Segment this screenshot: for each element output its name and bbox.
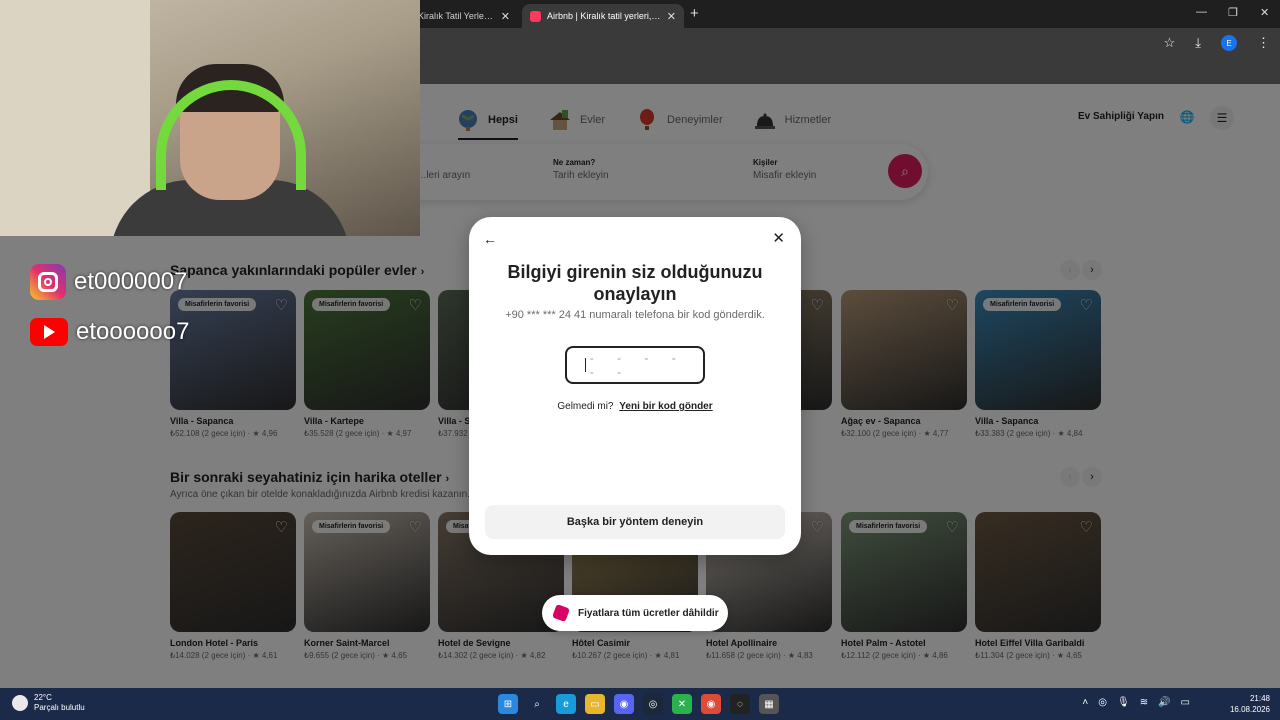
profile-avatar[interactable]: E (1221, 35, 1237, 51)
resend-prefix: Gelmedi mi? (557, 401, 614, 412)
clock[interactable]: 21:48 16.08.2026 (1230, 693, 1270, 715)
maximize-button[interactable]: ❐ (1228, 6, 1238, 19)
chrome-icon[interactable]: ◉ (701, 694, 721, 714)
edge-icon[interactable]: e (556, 694, 576, 714)
wifi-icon[interactable]: ≋ (1140, 697, 1148, 708)
webcam-feed (0, 0, 420, 236)
price-tag-icon (552, 604, 570, 622)
resend-row: Gelmedi mi? Yeni bir kod gönder (469, 401, 801, 412)
battery-icon[interactable]: ▭ (1181, 697, 1190, 708)
microphone-icon[interactable]: 🎙 (1117, 697, 1130, 708)
chevron-up-icon[interactable]: ˄ (1082, 697, 1088, 708)
tab-label: Kiralık Tatil Yerleri, Kulü (418, 11, 495, 21)
browser-tab-inactive[interactable]: Kiralık Tatil Yerleri, Kulü ✕ (410, 4, 518, 28)
close-icon[interactable]: ✕ (667, 10, 676, 23)
back-arrow-icon[interactable]: ← (483, 231, 497, 247)
system-tray: ˄ ◎ 🎙 ≋ 🔊 ▭ (1082, 697, 1190, 708)
star-icon[interactable]: ☆ (1164, 35, 1176, 51)
airbnb-favicon-icon (530, 10, 541, 22)
browser-tab-active[interactable]: Airbnb | Kiralık tatil yerleri, kulü ✕ (522, 4, 684, 28)
close-icon[interactable]: ✕ (772, 229, 785, 247)
search-icon[interactable]: ⌕ (527, 694, 547, 714)
date: 16.08.2026 (1229, 705, 1270, 714)
more-menu-icon[interactable]: ⋮ (1257, 35, 1270, 51)
speaker-icon[interactable]: 🔊 (1158, 697, 1170, 708)
close-icon[interactable]: ✕ (501, 10, 510, 23)
download-icon[interactable]: ⤓ (1195, 35, 1201, 51)
steam-icon[interactable]: ◎ (643, 694, 663, 714)
price-info-toast[interactable]: Fiyatlara tüm ücretler dâhildir (542, 595, 728, 631)
temperature: 22°C (34, 693, 52, 702)
instagram-icon (30, 264, 66, 300)
verification-code-input[interactable]: - - - - - - (565, 346, 705, 384)
discord-icon[interactable]: ◉ (614, 694, 634, 714)
resend-code-link[interactable]: Yeni bir kod gönder (619, 401, 712, 412)
try-another-method-button[interactable]: Başka bir yöntem deneyin (485, 505, 785, 539)
modal-title: Bilgiyi girenin siz olduğunuzu onaylayın (507, 262, 763, 304)
instagram-text: et0000007 (74, 268, 188, 295)
minimize-button[interactable]: — (1196, 6, 1207, 18)
new-tab-button[interactable]: + (690, 5, 699, 22)
calculator-icon[interactable]: ▦ (759, 694, 779, 714)
cloud-icon (12, 695, 28, 711)
verification-modal: ← ✕ Bilgiyi girenin siz olduğunuzu onayl… (469, 217, 801, 555)
instagram-handle: et0000007 (30, 264, 187, 300)
time: 21:48 (1249, 694, 1270, 703)
youtube-icon (30, 318, 68, 346)
youtube-text: etoooooo7 (76, 318, 190, 345)
tab-label: Airbnb | Kiralık tatil yerleri, kulü (547, 11, 661, 21)
windows-start-icon[interactable]: ⊞ (498, 694, 518, 714)
toast-text: Fiyatlara tüm ücretler dâhildir (578, 607, 719, 619)
steam-tray-icon[interactable]: ◎ (1098, 697, 1107, 708)
obs-icon[interactable]: ◌ (730, 694, 750, 714)
text-caret (585, 358, 586, 372)
xbox-icon[interactable]: ✕ (672, 694, 692, 714)
modal-subtitle: +90 *** *** 24 41 numaralı telefona bir … (505, 309, 765, 321)
folder-icon[interactable]: ▭ (585, 694, 605, 714)
taskbar-apps: ⊞ ⌕ e ▭ ◉ ◎ ✕ ◉ ◌ ▦ (498, 694, 779, 714)
weather-text: Parçalı bulutlu (34, 703, 85, 712)
youtube-handle: etoooooo7 (30, 318, 189, 346)
window-close-button[interactable]: ✕ (1260, 6, 1269, 19)
windows-taskbar: 22°C Parçalı bulutlu ⊞ ⌕ e ▭ ◉ ◎ ✕ ◉ ◌ ▦… (0, 688, 1280, 720)
weather-widget[interactable]: 22°C Parçalı bulutlu (12, 693, 85, 713)
code-placeholder: - - - - - - (589, 351, 686, 379)
